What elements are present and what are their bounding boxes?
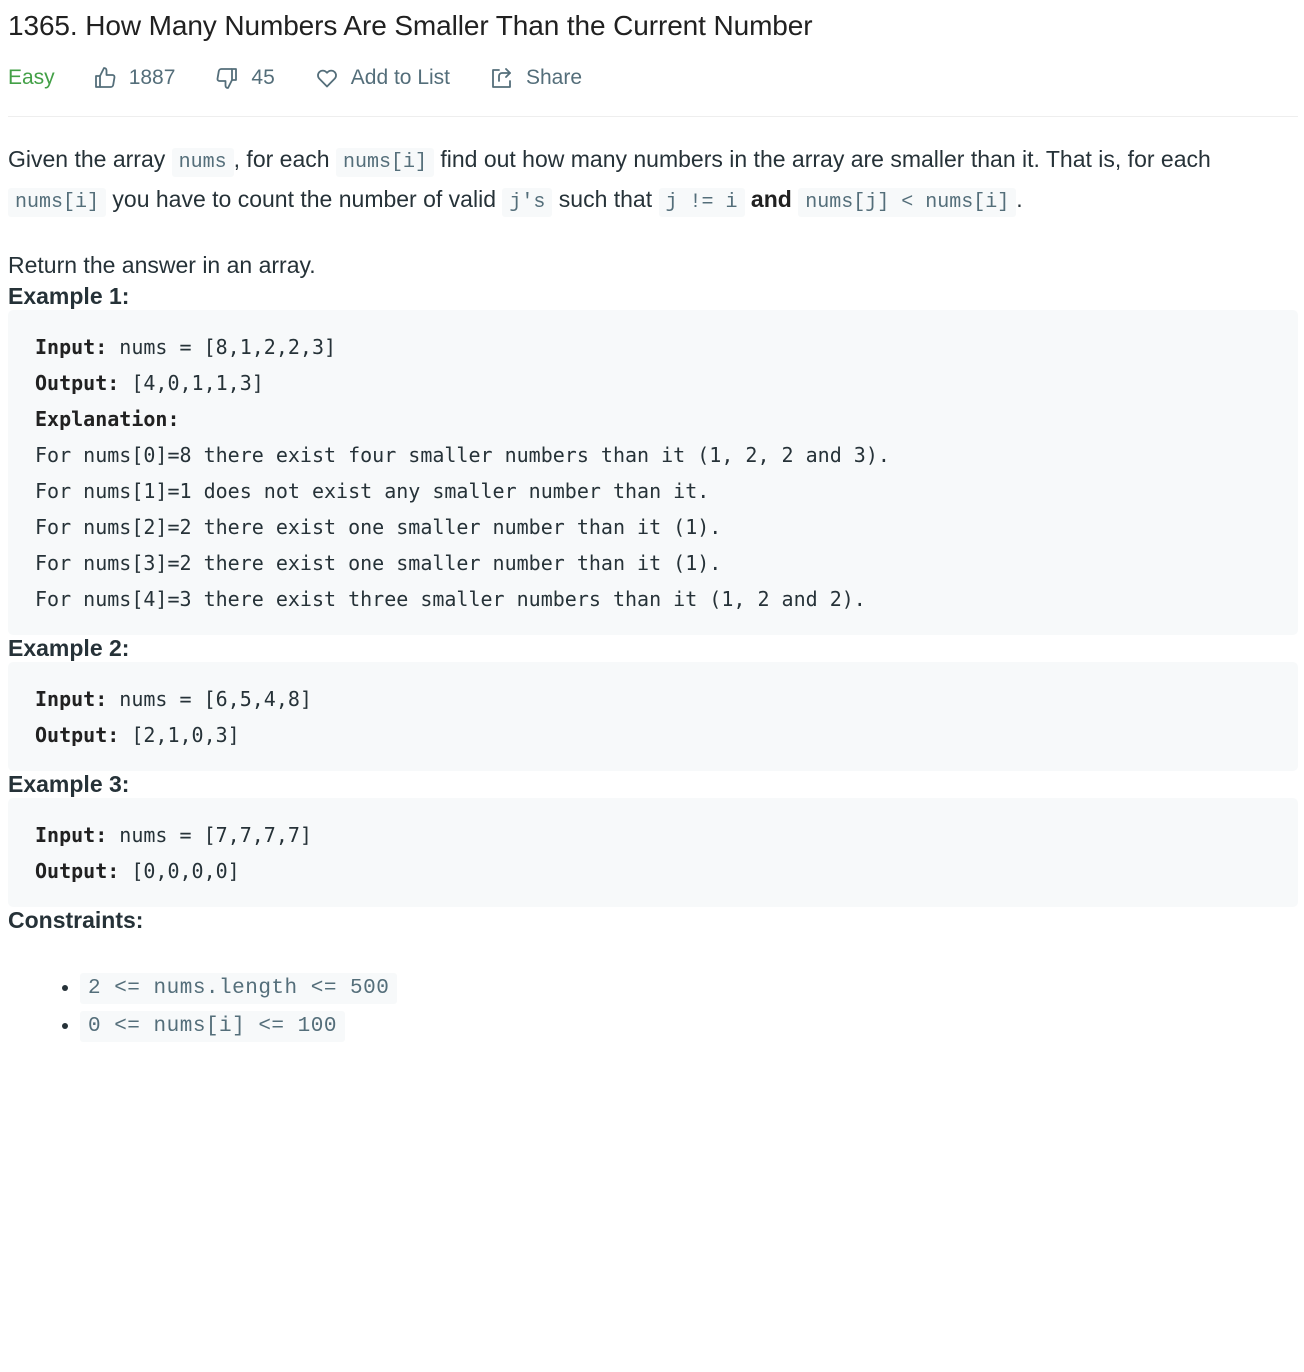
inline-code: nums[i] <box>335 148 434 177</box>
input-value: nums = [6,5,4,8] <box>107 687 312 711</box>
explanation-label: Explanation: <box>35 407 180 431</box>
constraint-code: 0 <= nums[i] <= 100 <box>80 1011 345 1042</box>
text: you have to count the number of valid <box>106 186 503 212</box>
example-heading: Example 2: <box>8 635 130 661</box>
explanation-line: For nums[2]=2 there exist one smaller nu… <box>35 515 722 539</box>
input-value: nums = [8,1,2,2,3] <box>107 335 337 359</box>
like-button[interactable]: 1887 <box>93 66 176 90</box>
example-code-block: Input: nums = [6,5,4,8] Output: [2,1,0,3… <box>8 662 1298 771</box>
share-label: Share <box>526 66 583 89</box>
problem-description: Given the array nums, for each nums[i] f… <box>8 141 1298 283</box>
constraint-item: 0 <= nums[i] <= 100 <box>80 1007 1298 1045</box>
example-code-block: Input: nums = [7,7,7,7] Output: [0,0,0,0… <box>8 798 1298 907</box>
input-label: Input: <box>35 823 108 847</box>
inline-code: nums <box>171 148 234 177</box>
example-heading: Example 1: <box>8 283 130 309</box>
output-label: Output: <box>35 723 120 747</box>
problem-meta-bar: Easy 1887 45 Add to List Share <box>8 58 1298 117</box>
add-to-list-button[interactable]: Add to List <box>315 66 450 90</box>
difficulty-badge: Easy <box>8 66 55 89</box>
text: such that <box>552 186 659 212</box>
explanation-line: For nums[1]=1 does not exist any smaller… <box>35 479 710 503</box>
dislike-button[interactable]: 45 <box>215 66 275 90</box>
inline-code: j != i <box>658 188 745 217</box>
inline-code: nums[i] <box>8 188 107 217</box>
share-button[interactable]: Share <box>490 66 582 90</box>
input-value: nums = [7,7,7,7] <box>107 823 312 847</box>
inline-code: nums[j] < nums[i] <box>798 188 1017 217</box>
description-paragraph: Return the answer in an array. <box>8 252 316 278</box>
text: , for each <box>233 146 336 172</box>
constraint-code: 2 <= nums.length <= 500 <box>80 973 398 1004</box>
output-value: [2,1,0,3] <box>119 723 240 747</box>
output-value: [0,0,0,0] <box>119 859 240 883</box>
thumbs-down-icon <box>217 68 238 89</box>
example-heading: Example 3: <box>8 771 130 797</box>
description-paragraph: Given the array nums, for each nums[i] f… <box>8 141 1298 221</box>
output-value: [4,0,1,1,3] <box>119 371 264 395</box>
text: find out how many numbers in the array a… <box>433 146 1211 172</box>
text: Given the array <box>8 146 172 172</box>
explanation-line: For nums[3]=2 there exist one smaller nu… <box>35 551 722 575</box>
input-label: Input: <box>35 335 108 359</box>
constraints-list: 2 <= nums.length <= 500 0 <= nums[i] <= … <box>8 969 1298 1045</box>
example-code-block: Input: nums = [8,1,2,2,3] Output: [4,0,1… <box>8 310 1298 635</box>
inline-code: j's <box>502 188 553 217</box>
add-to-list-label: Add to List <box>350 66 450 89</box>
share-icon <box>492 68 511 88</box>
explanation-line: For nums[0]=8 there exist four smaller n… <box>35 443 890 467</box>
explanation-line: For nums[4]=3 there exist three smaller … <box>35 587 866 611</box>
constraint-item: 2 <= nums.length <= 500 <box>80 969 1298 1007</box>
thumbs-up-icon <box>94 67 116 88</box>
output-label: Output: <box>35 371 120 395</box>
problem-page: 1365. How Many Numbers Are Smaller Than … <box>0 0 1304 1045</box>
like-count: 1887 <box>128 66 176 89</box>
input-label: Input: <box>35 687 108 711</box>
text: . <box>1016 186 1023 212</box>
problem-title: 1365. How Many Numbers Are Smaller Than … <box>8 10 813 41</box>
dislike-count: 45 <box>251 66 275 89</box>
output-label: Output: <box>35 859 120 883</box>
constraints-heading: Constraints: <box>8 907 144 933</box>
bold-text: and <box>750 186 792 212</box>
heart-icon <box>316 69 337 88</box>
